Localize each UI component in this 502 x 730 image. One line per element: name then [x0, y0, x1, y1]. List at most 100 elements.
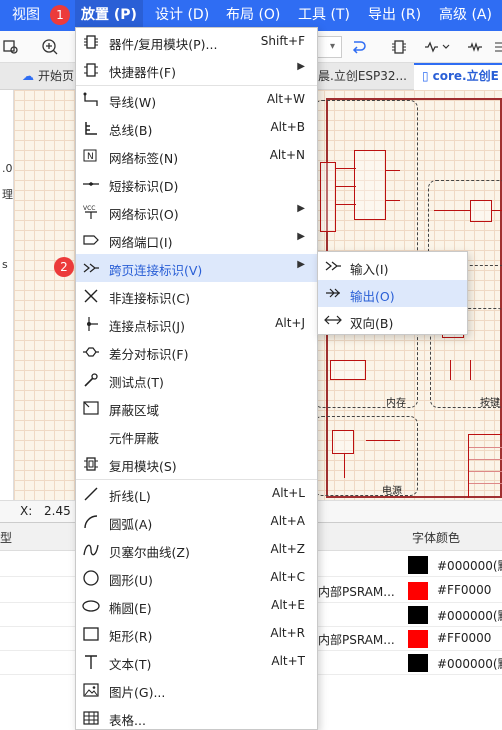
row-color: #FF0000 — [437, 583, 492, 597]
waveform-dropdown-icon[interactable] — [424, 38, 452, 56]
menu-item-quick-component[interactable]: 快捷器件(F) ▶ — [76, 56, 317, 84]
menu-item-label: 快捷器件(F) — [109, 65, 176, 80]
submenu-item-bidirectional[interactable]: 双向(B) — [318, 307, 467, 334]
table-icon — [82, 709, 100, 727]
short-flag-icon — [82, 175, 100, 193]
tab-label: core.立创E — [432, 69, 499, 83]
tab-label: 开始页 — [38, 69, 75, 83]
text-icon — [82, 653, 100, 671]
menu-item-circle[interactable]: 圆形(U) Alt+C — [76, 564, 317, 592]
svg-text:VCC: VCC — [83, 205, 95, 212]
menu-item-short-flag[interactable]: 短接标识(D) — [76, 170, 317, 198]
circle-icon — [82, 569, 100, 587]
diff-pair-icon — [82, 343, 100, 361]
select-tool-icon[interactable] — [2, 38, 20, 56]
schematic-component — [330, 360, 366, 380]
bezier-icon — [82, 541, 100, 559]
image-icon — [82, 681, 100, 699]
menu-item-net-label[interactable]: N 网络标签(N) Alt+N — [76, 142, 317, 170]
menu-item-label: 非连接标识(C) — [109, 291, 190, 306]
menu-view[interactable]: 视图 — [12, 0, 40, 31]
wire — [470, 360, 471, 380]
menu-item-label: 总线(B) — [109, 123, 153, 138]
menu-item-reuse-module[interactable]: 复用模块(S) — [76, 450, 317, 478]
color-swatch[interactable] — [408, 582, 428, 600]
menu-item-text[interactable]: 文本(T) Alt+T — [76, 648, 317, 676]
menu-item-label: 测试点(T) — [109, 375, 164, 390]
row-name: 内部PSRAM... — [318, 585, 395, 599]
menu-item-label: 圆形(U) — [109, 573, 153, 588]
tab-core[interactable]: ▯ core.立创E — [414, 63, 502, 90]
color-swatch[interactable] — [408, 630, 428, 648]
menu-item-ellipse[interactable]: 椭圆(E) Alt+E — [76, 592, 317, 620]
left-panel-text: .0 — [2, 162, 13, 175]
wire — [450, 360, 451, 380]
menu-item-label: 屏蔽区域 — [109, 403, 160, 418]
menu-export[interactable]: 导出 (R) — [368, 0, 421, 31]
net-flag-icon: VCC — [82, 203, 100, 221]
tab-esp32-project[interactable]: 晨.立创ESP32... — [318, 63, 410, 90]
more-icon[interactable] — [490, 38, 502, 56]
menu-item-shield-area[interactable]: 屏蔽区域 — [76, 394, 317, 422]
rectangle-icon — [82, 625, 100, 643]
submenu-item-output[interactable]: 输出(O) — [318, 280, 467, 307]
menu-item-bus[interactable]: 总线(B) Alt+B — [76, 114, 317, 142]
component-icon — [82, 33, 100, 51]
test-point-icon — [82, 371, 100, 389]
menu-item-label: 导线(W) — [109, 95, 157, 110]
menu-item-component-shield[interactable]: 元件屏蔽 — [76, 422, 317, 450]
resistor-icon[interactable] — [466, 38, 484, 56]
wire — [366, 440, 400, 441]
redo-wire-icon[interactable] — [350, 38, 368, 56]
wire — [336, 204, 356, 205]
menu-item-shortcut: Alt+L — [272, 486, 305, 500]
menu-item-polyline[interactable]: 折线(L) Alt+L — [76, 480, 317, 508]
grid-select[interactable]: ▾ — [318, 36, 342, 58]
menu-item-shortcut: Alt+J — [275, 316, 305, 330]
off-page-connector-icon — [82, 259, 100, 277]
title-block — [468, 434, 502, 498]
menu-item-label: 图片(G)... — [109, 685, 166, 700]
menu-item-net-port[interactable]: 网络端口(I) ▶ — [76, 226, 317, 254]
color-swatch[interactable] — [408, 654, 428, 672]
chip-icon[interactable] — [390, 38, 408, 56]
net-label-icon: N — [82, 147, 100, 165]
step-badge-2: 2 — [54, 257, 74, 277]
submenu-item-label: 双向(B) — [350, 316, 394, 331]
menu-item-net-flag[interactable]: VCC 网络标识(O) ▶ — [76, 198, 317, 226]
menu-item-label: 折线(L) — [109, 489, 151, 504]
color-swatch[interactable] — [408, 556, 428, 574]
zoom-in-icon[interactable] — [41, 38, 59, 56]
menu-item-label: 网络标签(N) — [109, 151, 179, 166]
menu-item-rectangle[interactable]: 矩形(R) Alt+R — [76, 620, 317, 648]
tab-start-page[interactable]: ☁ 开始页 — [22, 63, 76, 90]
power-block-label: 电源 — [382, 486, 402, 497]
submenu-item-label: 输入(I) — [350, 262, 389, 277]
menu-item-label: 复用模块(S) — [109, 459, 177, 474]
menu-advanced[interactable]: 高级 (A) — [439, 0, 492, 31]
menu-item-bezier[interactable]: 贝塞尔曲线(Z) Alt+Z — [76, 536, 317, 564]
menu-item-table[interactable]: 表格... — [76, 704, 317, 730]
schematic-component — [470, 200, 492, 222]
menu-item-no-connect[interactable]: 非连接标识(C) — [76, 282, 317, 310]
menu-item-wire[interactable]: 导线(W) Alt+W — [76, 86, 317, 114]
menu-item-junction[interactable]: 连接点标识(J) Alt+J — [76, 310, 317, 338]
menu-item-label: 矩形(R) — [109, 629, 153, 644]
wire — [492, 210, 502, 211]
submenu-item-input[interactable]: 输入(I) — [318, 253, 467, 280]
input-arrow-icon — [324, 257, 342, 275]
off-page-connector-submenu: 输入(I) 输出(O) 双向(B) — [317, 251, 468, 335]
coord-value: 2.45 — [44, 504, 71, 518]
no-connect-icon — [82, 287, 100, 305]
menu-item-diff-pair[interactable]: 差分对标识(F) — [76, 338, 317, 366]
menu-item-component[interactable]: 器件/复用模块(P)... Shift+F — [76, 28, 317, 56]
menu-item-label: 贝塞尔曲线(Z) — [109, 545, 190, 560]
column-font-color: 字体颜色 — [412, 531, 461, 545]
color-swatch[interactable] — [408, 606, 428, 624]
menu-item-off-page-connector[interactable]: 跨页连接标识(V) ▶ — [76, 254, 317, 282]
menu-item-shortcut: Alt+E — [271, 598, 305, 612]
menu-item-image[interactable]: 图片(G)... — [76, 676, 317, 704]
step-badge-1: 1 — [50, 5, 70, 25]
menu-item-test-point[interactable]: 测试点(T) — [76, 366, 317, 394]
menu-item-arc[interactable]: 圆弧(A) Alt+A — [76, 508, 317, 536]
